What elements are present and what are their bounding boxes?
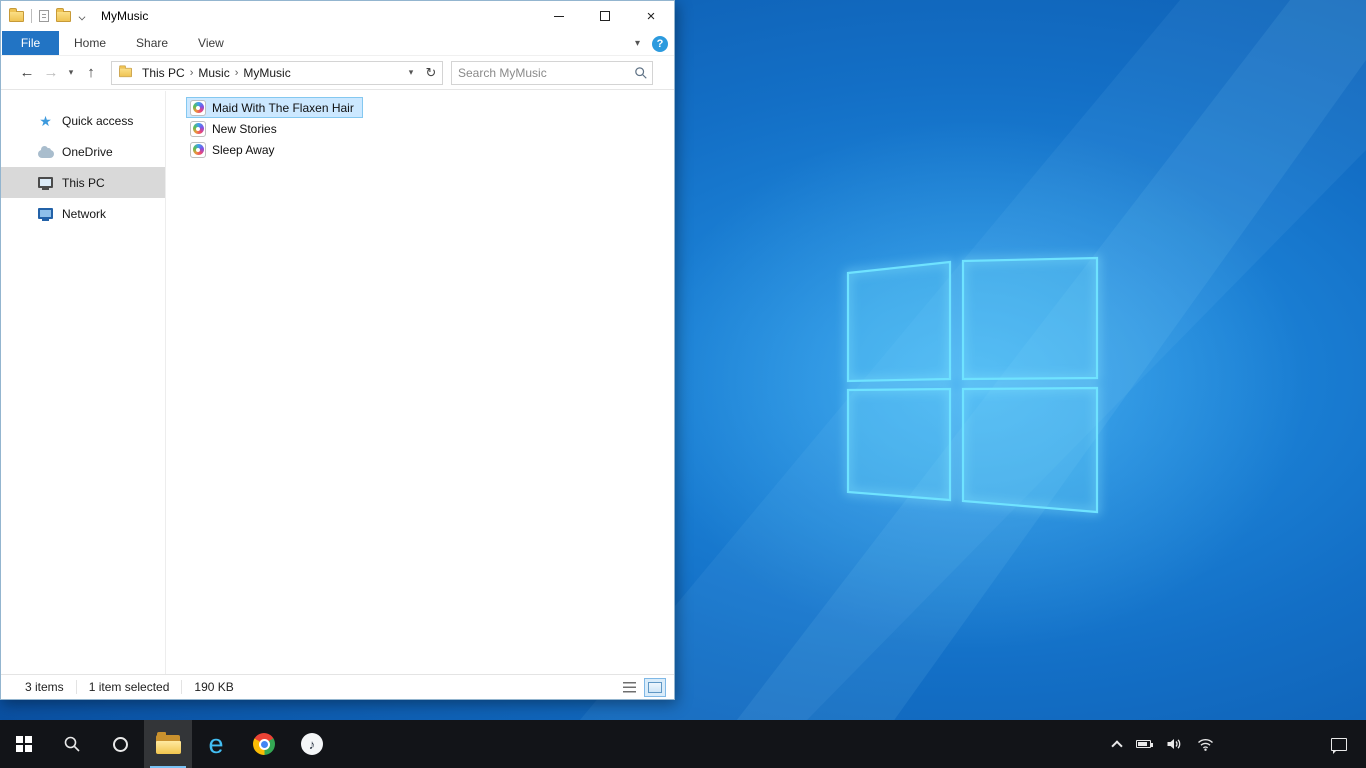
taskbar-itunes-button[interactable]: ♪: [288, 720, 336, 768]
tab-file[interactable]: File: [2, 31, 59, 55]
windows-logo-icon: [16, 736, 32, 752]
tab-share[interactable]: Share: [121, 31, 183, 55]
action-center-button[interactable]: [1318, 720, 1360, 768]
file-name: Maid With The Flaxen Hair: [212, 100, 354, 115]
recent-locations-chevron-icon[interactable]: ▾: [63, 67, 79, 78]
window-body: ★ Quick access OneDrive This PC Network: [1, 91, 674, 674]
sidebar-item-label: Quick access: [62, 113, 134, 128]
breadcrumb-this-pc[interactable]: This PC: [137, 66, 190, 80]
start-button[interactable]: [0, 720, 48, 768]
sidebar-item-label: Network: [62, 206, 107, 221]
music-file-icon: [190, 120, 206, 137]
file-row[interactable]: Sleep Away: [186, 139, 284, 160]
search-icon: [64, 736, 80, 752]
file-list: Maid With The Flaxen Hair New Stories Sl…: [166, 91, 674, 674]
sidebar-item-label: This PC: [62, 175, 105, 190]
sidebar-item-this-pc[interactable]: This PC: [1, 167, 165, 198]
file-name: Sleep Away: [212, 142, 275, 157]
sidebar-item-network[interactable]: Network: [1, 198, 165, 229]
large-icons-view-button[interactable]: [644, 677, 666, 697]
refresh-icon[interactable]: ↻: [420, 65, 442, 81]
taskbar-chrome-button[interactable]: [240, 720, 288, 768]
maximize-icon: [600, 11, 610, 21]
properties-icon[interactable]: [39, 10, 49, 22]
desktop: MyMusic × File Home Share View ▾ ? ← → ▾…: [0, 0, 1366, 768]
action-center-icon: [1331, 737, 1347, 754]
taskbar-internet-explorer-button[interactable]: e: [192, 720, 240, 768]
sidebar-item-quick-access[interactable]: ★ Quick access: [1, 105, 165, 136]
this-pc-monitor-icon: [37, 174, 54, 191]
status-bar: 3 items 1 item selected 190 KB: [1, 674, 674, 699]
address-dropdown-chevron-icon[interactable]: ▾: [402, 67, 420, 78]
status-selection: 1 item selected: [88, 680, 170, 694]
up-button[interactable]: ↑: [79, 64, 103, 81]
address-bar[interactable]: This PC › Music › MyMusic ▾ ↻: [111, 60, 443, 85]
itunes-icon: ♪: [301, 733, 323, 755]
chrome-icon: [253, 733, 275, 755]
navigation-pane: ★ Quick access OneDrive This PC Network: [1, 91, 166, 674]
music-file-icon: [190, 99, 206, 116]
minimize-icon: [554, 15, 564, 17]
close-button[interactable]: ×: [628, 1, 674, 31]
customize-toolbar-chevron-icon[interactable]: [78, 13, 85, 20]
close-icon: ×: [646, 7, 656, 25]
minimize-button[interactable]: [536, 1, 582, 31]
details-view-button[interactable]: [618, 678, 640, 697]
file-explorer-icon: [155, 731, 181, 754]
expand-ribbon-chevron-icon[interactable]: ▾: [635, 38, 640, 49]
window-folder-icon[interactable]: [9, 7, 24, 22]
music-file-icon: [190, 141, 206, 158]
search-input[interactable]: [452, 65, 630, 80]
window-controls: ×: [536, 1, 674, 31]
taskbar-file-explorer-button[interactable]: [144, 720, 192, 768]
file-name: New Stories: [212, 121, 277, 136]
file-explorer-window: MyMusic × File Home Share View ▾ ? ← → ▾…: [0, 0, 675, 700]
sidebar-item-label: OneDrive: [62, 144, 113, 159]
cortana-button[interactable]: [96, 720, 144, 768]
quick-access-star-icon: ★: [39, 112, 52, 129]
large-icons-view-icon: [648, 681, 662, 693]
breadcrumb-mymusic[interactable]: MyMusic: [238, 66, 295, 80]
wifi-icon[interactable]: [1197, 738, 1214, 751]
file-row[interactable]: Maid With The Flaxen Hair: [186, 97, 363, 118]
onedrive-cloud-icon: [37, 143, 54, 160]
network-icon: [37, 205, 54, 222]
search-box: [451, 60, 653, 85]
system-tray: [1111, 720, 1214, 768]
file-row[interactable]: New Stories: [186, 118, 286, 139]
new-folder-icon[interactable]: [56, 7, 71, 22]
status-separator: [181, 680, 183, 694]
maximize-button[interactable]: [582, 1, 628, 31]
tab-home[interactable]: Home: [59, 31, 121, 55]
status-size: 190 KB: [194, 680, 234, 694]
taskbar-search-button[interactable]: [48, 720, 96, 768]
ribbon-right-controls: ▾ ?: [635, 31, 668, 56]
status-separator: [75, 680, 77, 694]
sidebar-item-onedrive[interactable]: OneDrive: [1, 136, 165, 167]
toolbar-separator: [31, 9, 32, 23]
title-bar: MyMusic ×: [1, 1, 674, 31]
tab-view[interactable]: View: [183, 31, 239, 55]
back-button[interactable]: ←: [15, 64, 39, 81]
window-title: MyMusic: [101, 9, 149, 23]
show-hidden-icons-chevron-icon[interactable]: [1111, 739, 1123, 752]
wallpaper-logo-glow: [645, 120, 1305, 650]
address-bar-row: ← → ▾ ↑ This PC › Music › MyMusic ▾ ↻: [1, 56, 674, 90]
search-icon[interactable]: [630, 66, 652, 80]
internet-explorer-icon: e: [208, 728, 224, 759]
ribbon-tab-bar: File Home Share View ▾ ?: [1, 31, 674, 56]
speaker-icon[interactable]: [1166, 737, 1182, 751]
address-folder-icon: [119, 65, 132, 78]
taskbar: e ♪: [0, 720, 1366, 768]
quick-access-toolbar: [9, 7, 85, 23]
battery-icon[interactable]: [1136, 740, 1153, 748]
breadcrumb-music[interactable]: Music: [193, 66, 234, 80]
view-toggle-group: [618, 677, 666, 697]
cortana-circle-icon: [112, 736, 128, 752]
status-item-count: 3 items: [25, 680, 64, 694]
help-button[interactable]: ?: [652, 35, 668, 52]
details-view-icon: [622, 681, 636, 693]
forward-button[interactable]: →: [39, 64, 63, 81]
